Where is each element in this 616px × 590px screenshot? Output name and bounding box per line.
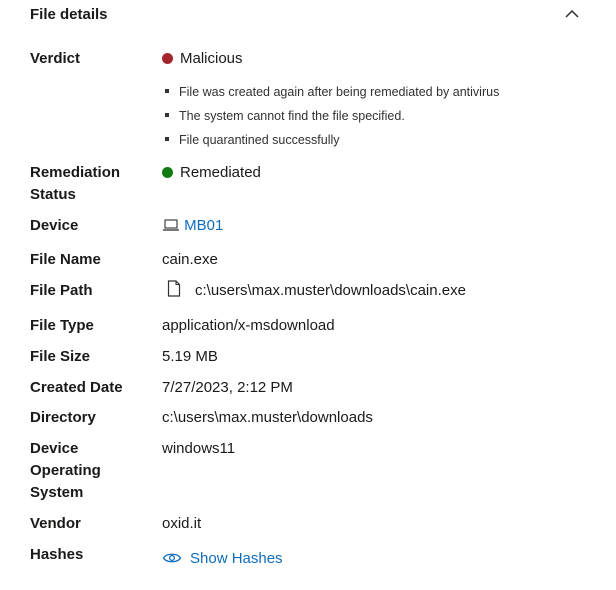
vendor-value: oxid.it (162, 515, 202, 532)
file-path-text: c:\users\max.muster\downloads\cain.exe (195, 282, 466, 299)
verdict-text: Malicious (180, 50, 243, 67)
device-label: Device (30, 217, 79, 234)
bullet-icon (165, 89, 169, 93)
vendor-label: Vendor (30, 515, 81, 532)
hashes-label: Hashes (30, 546, 84, 563)
remediated-status-dot (162, 167, 173, 178)
remediation-status-label: Remediation Status (30, 164, 121, 203)
file-type-value: application/x-msdownload (162, 317, 335, 334)
section-title: File details (30, 6, 108, 23)
verdict-reasons-list: File was created again after being remed… (165, 80, 499, 152)
file-details-header[interactable]: File details (0, 0, 616, 30)
file-type-label: File Type (30, 317, 94, 334)
remediation-status-value: Remediated (162, 162, 261, 184)
bullet-icon (165, 137, 169, 141)
list-item: File was created again after being remed… (165, 80, 499, 104)
file-name-value: cain.exe (162, 251, 218, 268)
show-hashes-link[interactable]: Show Hashes (190, 550, 283, 567)
list-item: File quarantined successfully (165, 128, 499, 152)
verdict-value: Malicious (162, 48, 243, 70)
device-link[interactable]: MB01 (184, 217, 223, 234)
eye-icon (162, 550, 182, 572)
file-icon (167, 280, 181, 304)
file-name-label: File Name (30, 251, 101, 268)
malicious-status-dot (162, 53, 173, 64)
directory-label: Directory (30, 409, 96, 426)
bullet-icon (165, 113, 169, 117)
device-os-label: Device Operating System (30, 440, 101, 501)
created-date-label: Created Date (30, 379, 123, 396)
device-value[interactable]: MB01 (162, 215, 223, 239)
created-date-value: 7/27/2023, 2:12 PM (162, 379, 293, 396)
device-os-value: windows11 (162, 440, 236, 457)
verdict-label: Verdict (30, 50, 81, 67)
file-path-label: File Path (30, 282, 93, 299)
chevron-up-icon[interactable] (562, 4, 582, 24)
file-size-value: 5.19 MB (162, 348, 218, 365)
file-path-value: c:\users\max.muster\downloads\cain.exe (162, 280, 466, 304)
file-size-label: File Size (30, 348, 91, 365)
directory-value: c:\users\max.muster\downloads (162, 409, 373, 426)
laptop-icon (162, 217, 180, 239)
remediation-text: Remediated (180, 164, 261, 181)
show-hashes-button[interactable]: Show Hashes (162, 548, 283, 572)
list-item: The system cannot find the file specifie… (165, 104, 499, 128)
